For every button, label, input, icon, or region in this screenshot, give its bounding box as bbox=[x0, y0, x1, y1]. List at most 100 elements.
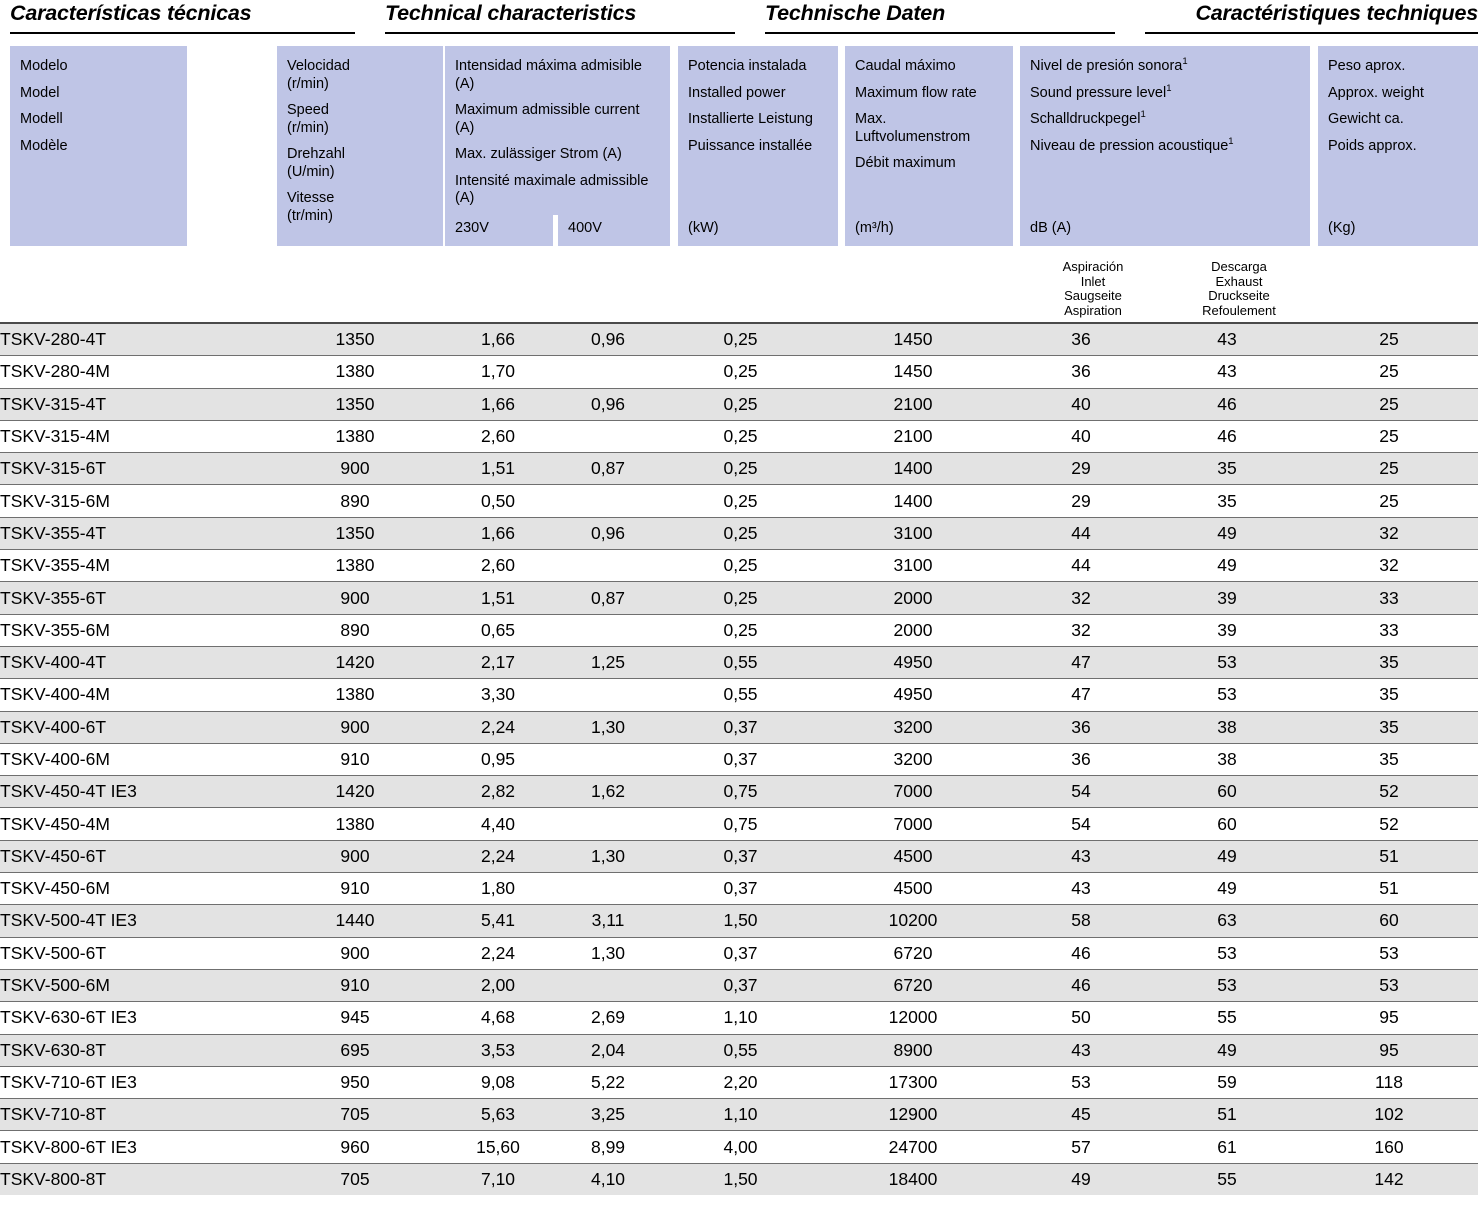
table-row[interactable]: TSKV-450-6M 910 1,80 0,37 4500 43 49 51 bbox=[0, 872, 1478, 905]
cell-value: 63 bbox=[1154, 904, 1300, 938]
header-flow-fr: Débit maximum bbox=[855, 155, 956, 171]
footnote-mark-de: 1 bbox=[1140, 109, 1146, 121]
cell-model: TSKV-630-8T bbox=[0, 1033, 267, 1067]
title-text-de: Technische Daten bbox=[765, 1, 946, 25]
table-row[interactable]: TSKV-500-4T IE3 1440 5,41 3,11 1,50 10200 58 63… bbox=[0, 904, 1478, 938]
cell-value: 8900 bbox=[818, 1033, 1008, 1067]
cell-value: 2,60 bbox=[443, 419, 553, 453]
cell-value: 910 bbox=[267, 968, 443, 1002]
table-row[interactable]: TSKV-450-4T IE3 1420 2,82 1,62 0,75 7000 54 60 5… bbox=[0, 775, 1478, 808]
cell-value: 0,96 bbox=[553, 516, 663, 550]
cell-value: 0,25 bbox=[663, 355, 818, 389]
cell-value: 51 bbox=[1300, 872, 1478, 905]
table-row[interactable]: TSKV-500-6T 900 2,24 1,30 0,37 6720 46 53 53 bbox=[0, 936, 1478, 970]
cell-value: 7,10 bbox=[443, 1162, 553, 1196]
table-row[interactable]: TSKV-710-8T 705 5,63 3,25 1,10 12900 45 51 102 bbox=[0, 1098, 1478, 1131]
table-row[interactable]: TSKV-450-6T 900 2,24 1,30 0,37 4500 43 49 51 bbox=[0, 839, 1478, 873]
cell-value: 59 bbox=[1154, 1065, 1300, 1099]
cell-value: 49 bbox=[1154, 1033, 1300, 1067]
cell-value: 46 bbox=[1154, 419, 1300, 453]
cell-value: 900 bbox=[267, 839, 443, 873]
cell-value: 1,66 bbox=[443, 322, 553, 356]
cell-value: 36 bbox=[1008, 710, 1154, 744]
cell-model: TSKV-355-6T bbox=[0, 581, 267, 615]
cell-value: 910 bbox=[267, 872, 443, 905]
table-row[interactable]: TSKV-500-6M 910 2,00 0,37 6720 46 53 53 bbox=[0, 968, 1478, 1002]
cell-value: 2100 bbox=[818, 387, 1008, 421]
cell-value: 1380 bbox=[267, 678, 443, 712]
sound-subheader-band: Aspiración Inlet Saugseite Aspiration De… bbox=[0, 254, 1478, 322]
table-row[interactable]: TSKV-630-8T 695 3,53 2,04 0,55 8900 43 49 95 bbox=[0, 1033, 1478, 1067]
cell-value: 2,17 bbox=[443, 645, 553, 679]
table-row[interactable]: TSKV-710-6T IE3 950 9,08 5,22 2,20 17300 53 59 1… bbox=[0, 1065, 1478, 1099]
table-row[interactable]: TSKV-450-4M 1380 4,40 0,75 7000 54 60 52 bbox=[0, 807, 1478, 841]
cell-value: 1,50 bbox=[663, 904, 818, 938]
table-row[interactable]: TSKV-800-6T IE3 960 15,60 8,99 4,00 24700 57 61… bbox=[0, 1130, 1478, 1164]
cell-value: 55 bbox=[1154, 1162, 1300, 1196]
cell-value: 49 bbox=[1154, 839, 1300, 873]
table-row[interactable]: TSKV-355-4T 1350 1,66 0,96 0,25 3100 44 49 32 bbox=[0, 516, 1478, 550]
cell-value: 1350 bbox=[267, 322, 443, 356]
header-current-fr: Intensité maximale admissible (A) bbox=[455, 172, 649, 207]
cell-value: 1380 bbox=[267, 807, 443, 841]
cell-value: 910 bbox=[267, 742, 443, 776]
cell-value: 43 bbox=[1008, 839, 1154, 873]
header-block-power: Potencia instalada Installed power Insta… bbox=[678, 46, 838, 246]
table-row[interactable]: TSKV-355-4M 1380 2,60 0,25 3100 44 49 32 bbox=[0, 549, 1478, 582]
cell-value: 1440 bbox=[267, 904, 443, 938]
cell-model: TSKV-450-6T bbox=[0, 839, 267, 873]
table-row[interactable]: TSKV-280-4T 1350 1,66 0,96 0,25 1450 36 43 25 bbox=[0, 322, 1478, 356]
table-row[interactable]: TSKV-355-6T 900 1,51 0,87 0,25 2000 32 39 33 bbox=[0, 581, 1478, 615]
table-row[interactable]: TSKV-355-6M 890 0,65 0,25 2000 32 39 33 bbox=[0, 613, 1478, 647]
table-row[interactable]: TSKV-400-4T 1420 2,17 1,25 0,55 4950 47 53 35 bbox=[0, 645, 1478, 679]
table-row[interactable]: TSKV-400-4M 1380 3,30 0,55 4950 47 53 35 bbox=[0, 678, 1478, 712]
cell-value: 17300 bbox=[818, 1065, 1008, 1099]
cell-value: 0,65 bbox=[443, 613, 553, 647]
table-row[interactable]: TSKV-280-4M 1380 1,70 0,25 1450 36 43 25 bbox=[0, 355, 1478, 389]
table-row[interactable]: TSKV-630-6T IE3 945 4,68 2,69 1,10 12000 50 55 9… bbox=[0, 1001, 1478, 1035]
table-row[interactable]: TSKV-315-6M 890 0,50 0,25 1400 29 35 25 bbox=[0, 484, 1478, 518]
cell-value: 35 bbox=[1300, 742, 1478, 776]
table-row[interactable]: TSKV-800-8T 705 7,10 4,10 1,50 18400 49 55 142 bbox=[0, 1162, 1478, 1196]
table-row[interactable]: TSKV-315-6T 900 1,51 0,87 0,25 1400 29 35 25 bbox=[0, 452, 1478, 485]
cell-value: 40 bbox=[1008, 419, 1154, 453]
cell-value: 1,62 bbox=[553, 775, 663, 808]
subheader-exhaust-en: Exhaust bbox=[1215, 273, 1263, 289]
cell-value bbox=[553, 355, 663, 389]
cell-value: 2100 bbox=[818, 419, 1008, 453]
cell-value: 0,25 bbox=[663, 613, 818, 647]
cell-value: 46 bbox=[1154, 387, 1300, 421]
cell-value: 0,87 bbox=[553, 452, 663, 485]
cell-value: 53 bbox=[1154, 645, 1300, 679]
cell-value: 49 bbox=[1154, 549, 1300, 582]
cell-value: 2,24 bbox=[443, 936, 553, 970]
cell-model: TSKV-315-4T bbox=[0, 387, 267, 421]
cell-value: 0,55 bbox=[663, 1033, 818, 1067]
header-model-en: Model bbox=[20, 84, 60, 101]
table-row[interactable]: TSKV-315-4T 1350 1,66 0,96 0,25 2100 40 46 25 bbox=[0, 387, 1478, 421]
cell-model: TSKV-315-4M bbox=[0, 419, 267, 453]
cell-value: 46 bbox=[1008, 968, 1154, 1002]
cell-value: 32 bbox=[1300, 516, 1478, 550]
cell-value: 102 bbox=[1300, 1098, 1478, 1131]
header-sound-de: Schalldruckpegel bbox=[1030, 111, 1141, 127]
cell-value: 4950 bbox=[818, 678, 1008, 712]
cell-value: 0,37 bbox=[663, 839, 818, 873]
title-block-de: Technische Daten bbox=[765, 0, 1115, 34]
cell-model: TSKV-355-4M bbox=[0, 549, 267, 582]
cell-value: 1,30 bbox=[553, 936, 663, 970]
table-row[interactable]: TSKV-400-6T 900 2,24 1,30 0,37 3200 36 38 35 bbox=[0, 710, 1478, 744]
subheader-inlet-de: Saugseite bbox=[1064, 288, 1122, 304]
cell-value: 35 bbox=[1300, 678, 1478, 712]
table-row[interactable]: TSKV-400-6M 910 0,95 0,37 3200 36 38 35 bbox=[0, 742, 1478, 776]
cell-value: 43 bbox=[1154, 355, 1300, 389]
cell-value: 0,25 bbox=[663, 419, 818, 453]
cell-value: 1,70 bbox=[443, 355, 553, 389]
table-row[interactable]: TSKV-315-4M 1380 2,60 0,25 2100 40 46 25 bbox=[0, 419, 1478, 453]
cell-value: 0,55 bbox=[663, 645, 818, 679]
cell-value: 0,50 bbox=[443, 484, 553, 518]
header-current-de: Max. zulässiger Strom (A) bbox=[455, 146, 622, 162]
cell-model: TSKV-280-4T bbox=[0, 322, 267, 356]
header-block-model: Modelo Model Modell Modèle bbox=[10, 46, 187, 246]
header-block-sound: Nivel de presión sonora1 Sound pressure … bbox=[1020, 46, 1310, 246]
